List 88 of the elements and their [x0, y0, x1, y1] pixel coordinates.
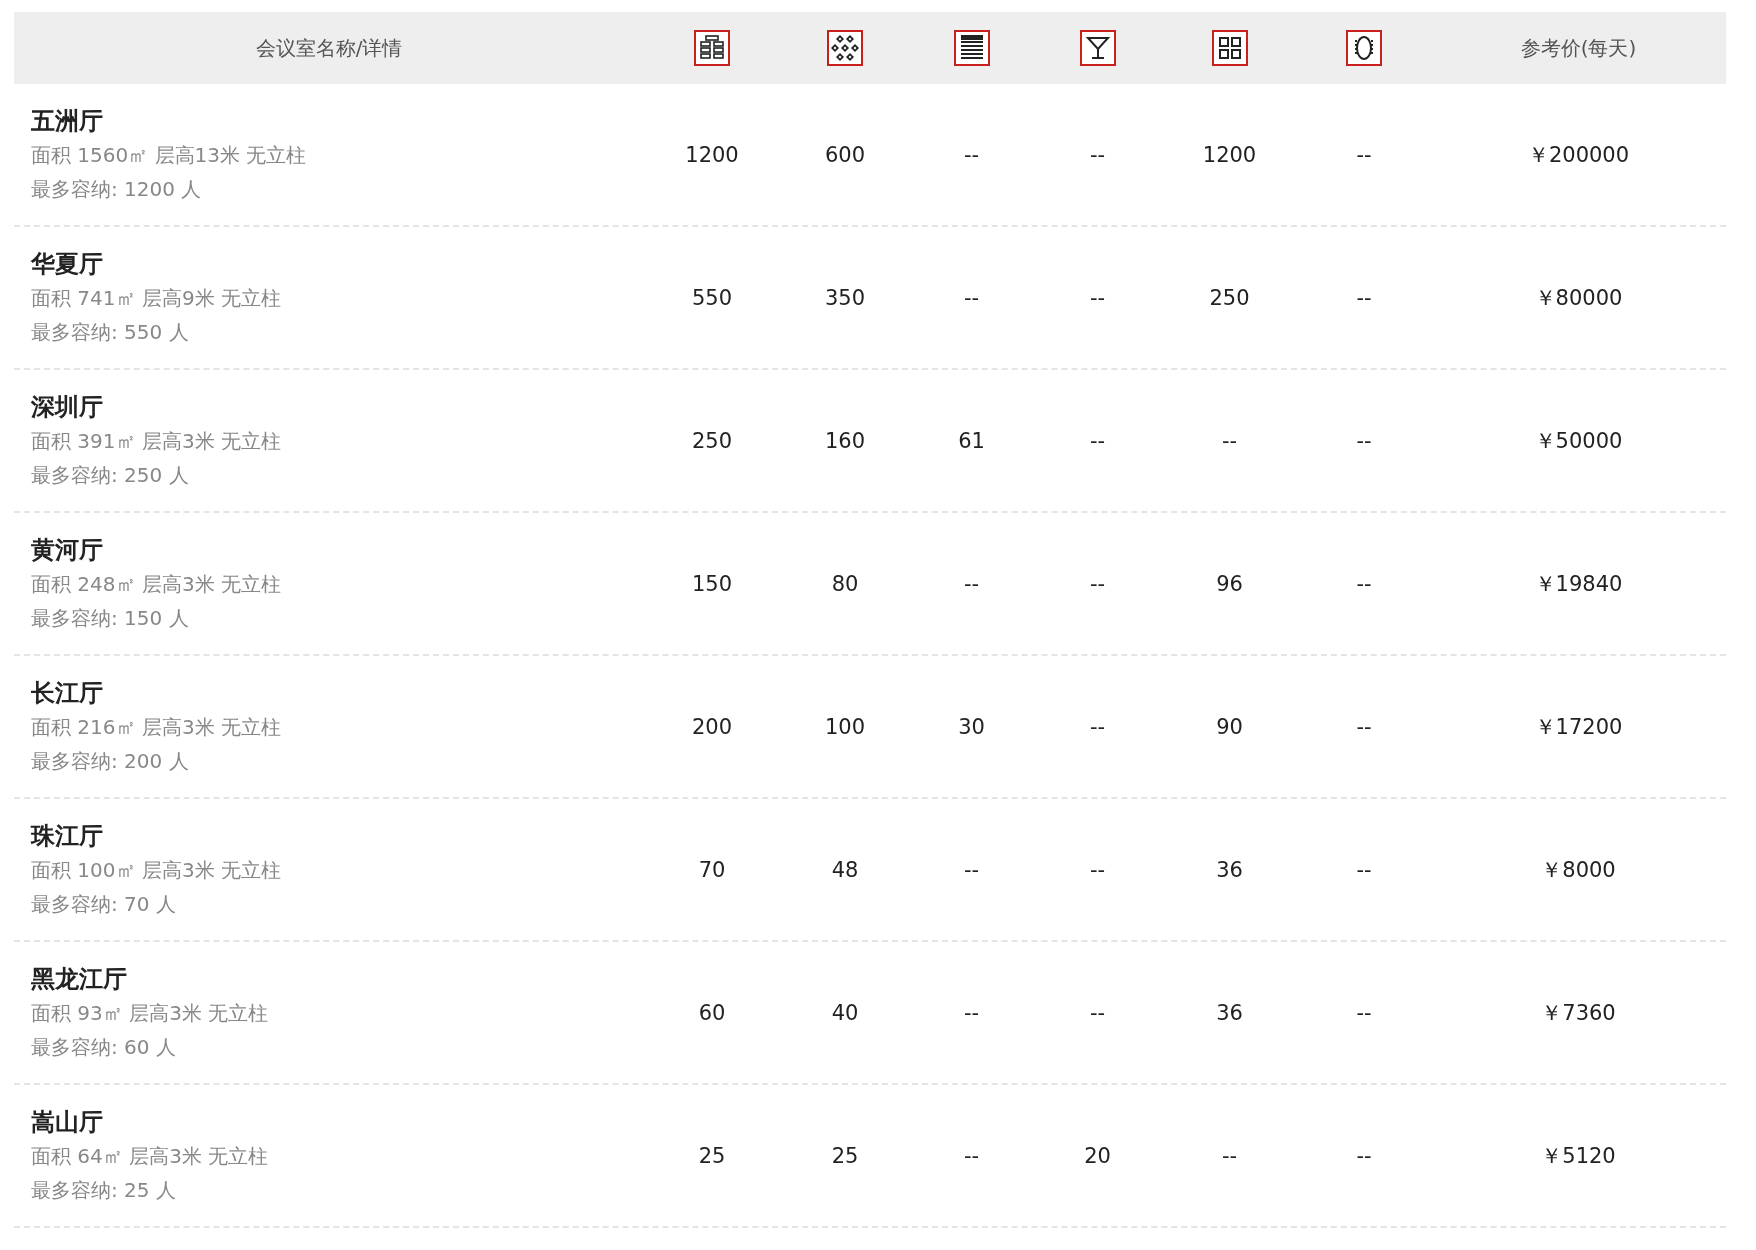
room-details: 面积 1560㎡ 层高13米 无立柱 — [31, 141, 308, 169]
table-cell-text: 25 — [697, 1143, 727, 1168]
price-cell-text: ￥5120 — [1540, 1142, 1617, 1170]
table-cell-text: 20 — [1083, 1143, 1112, 1168]
table-cell-text: -- — [962, 285, 981, 310]
table-cell-text: 160 — [823, 428, 867, 453]
table-cell-text: -- — [962, 571, 981, 596]
room-capacity: 最多容纳: 25 人 — [31, 1176, 177, 1204]
room-details: 面积 248㎡ 层高3米 无立柱 — [31, 570, 282, 598]
table-cell-text: 250 — [690, 428, 734, 453]
table-cell-text: -- — [962, 1000, 981, 1025]
table-cell-text: -- — [1355, 285, 1373, 310]
table-cell-text: 100 — [823, 714, 867, 739]
table-cell-text: -- — [1220, 1143, 1239, 1168]
table-cell-text: 600 — [823, 142, 867, 167]
room-name: 嵩山厅 — [31, 1106, 104, 1138]
column-header: 会议室名称/详情 — [254, 34, 404, 62]
table-cell-text: -- — [1088, 142, 1107, 167]
column-header: 参考价(每天) — [1519, 34, 1638, 62]
table-cell-text: -- — [1088, 857, 1107, 882]
room-name: 长江厅 — [31, 677, 104, 709]
room-details: 面积 93㎡ 层高3米 无立柱 — [31, 999, 270, 1027]
room-name: 黄河厅 — [31, 534, 104, 566]
lines-list-icon — [953, 30, 990, 66]
table-cell-text: 1200 — [1201, 142, 1258, 167]
table-cell-text: 25 — [830, 1143, 860, 1168]
table-cell-text: 200 — [690, 714, 734, 739]
table-cell-text: -- — [962, 857, 981, 882]
price-cell-text: ￥19840 — [1533, 570, 1624, 598]
table-cell-text: 1200 — [684, 142, 740, 167]
room-name: 深圳厅 — [31, 391, 104, 423]
table-cell-text: -- — [1088, 1000, 1107, 1025]
price-cell-text: ￥7360 — [1540, 999, 1617, 1027]
table-cell-text: -- — [1355, 857, 1373, 882]
cocktail-glass-icon — [1079, 30, 1116, 66]
table-cell-text: -- — [1355, 1000, 1373, 1025]
table-cell-text: -- — [1355, 571, 1373, 596]
table-cell-text: -- — [1088, 285, 1107, 310]
table-cell-text: -- — [1088, 714, 1107, 739]
price-cell-text: ￥80000 — [1533, 284, 1624, 312]
room-details: 面积 100㎡ 层高3米 无立柱 — [31, 856, 282, 884]
room-capacity: 最多容纳: 550 人 — [31, 318, 190, 346]
room-name: 黑龙江厅 — [31, 963, 128, 995]
table-cell-text: 96 — [1215, 571, 1244, 596]
table-cell-text: 70 — [697, 857, 727, 882]
room-capacity: 最多容纳: 60 人 — [31, 1033, 177, 1061]
table-cell-text: -- — [1088, 428, 1107, 453]
table-cell-text: 550 — [690, 285, 734, 310]
table-cell-text: 60 — [697, 1000, 727, 1025]
oval-table-icon — [1346, 30, 1382, 66]
table-cell-text: 30 — [957, 714, 986, 739]
room-details: 面积 741㎡ 层高9米 无立柱 — [31, 284, 282, 312]
diamond-pattern-icon — [827, 30, 863, 66]
price-cell-text: ￥200000 — [1526, 141, 1631, 169]
room-capacity: 最多容纳: 150 人 — [31, 604, 190, 632]
table-cell-text: 350 — [823, 285, 867, 310]
table-cell-text: -- — [1355, 714, 1373, 739]
table-cell-text: 90 — [1215, 714, 1244, 739]
table-cell-text: 250 — [1208, 285, 1251, 310]
table-cell-text: -- — [1088, 571, 1107, 596]
table-cell-text: 36 — [1215, 1000, 1244, 1025]
room-capacity: 最多容纳: 200 人 — [31, 747, 190, 775]
table-cell-text: -- — [962, 1143, 981, 1168]
table-cell-text: -- — [1220, 428, 1239, 453]
room-capacity: 最多容纳: 250 人 — [31, 461, 190, 489]
room-name: 华夏厅 — [31, 248, 104, 280]
table-cell-text: 150 — [690, 571, 734, 596]
table-cell-text: 61 — [957, 428, 986, 453]
table-cell-text: -- — [1355, 142, 1373, 167]
table-cell-text: 36 — [1215, 857, 1244, 882]
room-capacity: 最多容纳: 1200 人 — [31, 175, 203, 203]
room-details: 面积 64㎡ 层高3米 无立柱 — [31, 1142, 270, 1170]
table-cell-text: -- — [962, 142, 981, 167]
price-cell-text: ￥8000 — [1540, 856, 1617, 884]
rows-of-tables-icon — [694, 30, 730, 66]
room-name: 珠江厅 — [31, 820, 104, 852]
four-squares-icon — [1211, 30, 1248, 66]
price-cell-text: ￥50000 — [1533, 427, 1624, 455]
table-cell-text: 48 — [830, 857, 860, 882]
room-capacity: 最多容纳: 70 人 — [31, 890, 177, 918]
table-cell-text: 40 — [830, 1000, 860, 1025]
table-cell-text: 80 — [830, 571, 860, 596]
room-name: 五洲厅 — [31, 105, 104, 137]
price-cell-text: ￥17200 — [1533, 713, 1624, 741]
table-cell-text: -- — [1355, 428, 1373, 453]
room-details: 面积 216㎡ 层高3米 无立柱 — [31, 713, 282, 741]
room-details: 面积 391㎡ 层高3米 无立柱 — [31, 427, 282, 455]
table-cell-text: -- — [1355, 1143, 1373, 1168]
